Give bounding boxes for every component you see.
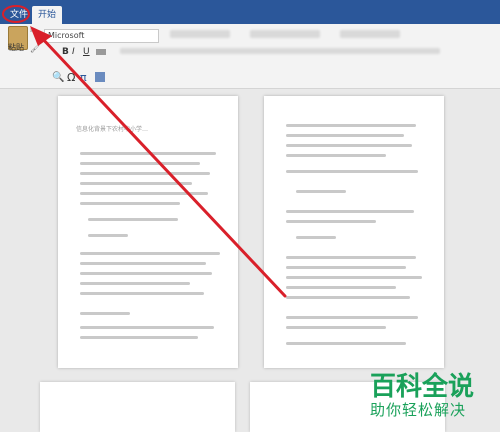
- annotation-overlay: [2, 5, 287, 298]
- pointer-arrow-icon: [30, 26, 52, 46]
- pointer-arrow-line: [38, 34, 287, 298]
- watermark-title: 百科全说: [370, 372, 475, 402]
- watermark-subtitle: 助你轻松解决: [370, 401, 467, 419]
- highlight-circle: [2, 5, 30, 23]
- watermark: 百科全说 助你轻松解决: [370, 372, 474, 420]
